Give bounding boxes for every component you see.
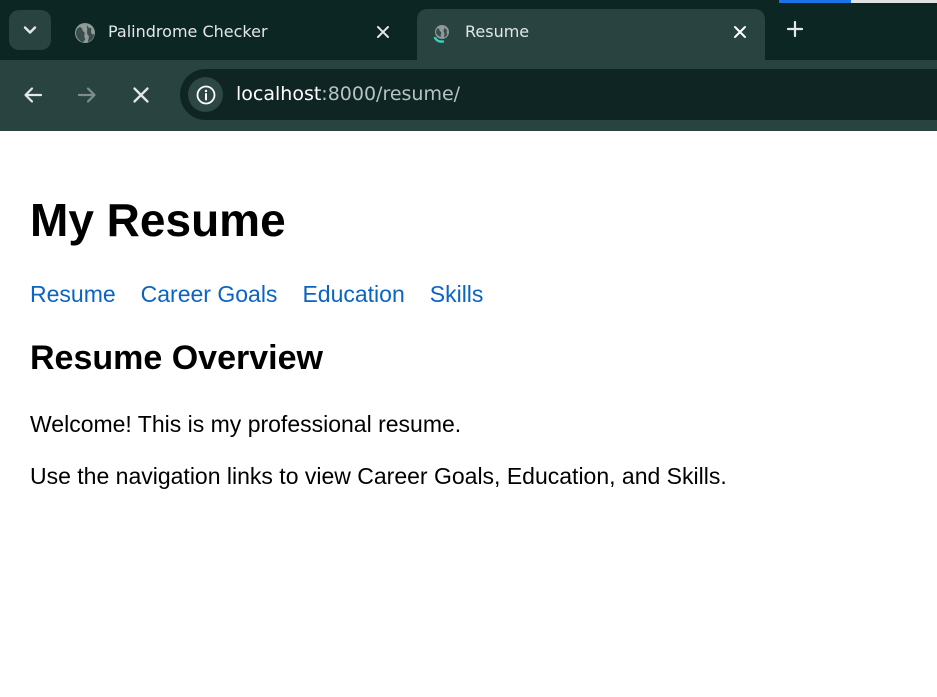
intro-paragraph: Welcome! This is my professional resume.: [30, 411, 462, 437]
tab-palindrome-checker[interactable]: Palindrome Checker: [60, 9, 408, 60]
url-path: :8000/resume/: [321, 83, 461, 105]
plus-icon: [786, 20, 804, 38]
browser-toolbar: localhost:8000/resume/: [0, 60, 937, 131]
close-icon: [734, 26, 746, 38]
address-bar[interactable]: localhost:8000/resume/: [180, 69, 937, 120]
chevron-down-icon: [23, 26, 37, 34]
tab-search-button[interactable]: [9, 10, 51, 50]
globe-icon: [75, 23, 95, 43]
resume-nav: Resume Career Goals Education Skills: [30, 280, 508, 308]
tab-strip: Palindrome Checker Resume: [0, 0, 937, 60]
loading-indicator: [779, 0, 851, 3]
back-button[interactable]: [16, 78, 50, 112]
loading-indicator-track: [851, 0, 937, 3]
new-tab-button[interactable]: [780, 14, 810, 44]
url-text[interactable]: localhost:8000/resume/: [236, 83, 460, 105]
nav-link-skills[interactable]: Skills: [430, 281, 484, 307]
forward-button[interactable]: [70, 78, 104, 112]
instructions-paragraph: Use the navigation links to view Career …: [30, 463, 727, 489]
tab-title: Resume: [465, 22, 530, 41]
site-info-button[interactable]: [188, 77, 223, 112]
tab-close-button[interactable]: [729, 21, 751, 43]
info-icon: [196, 85, 215, 104]
loading-globe-icon: [433, 25, 449, 43]
close-icon: [377, 26, 389, 38]
stop-loading-button[interactable]: [124, 78, 158, 112]
close-icon: [133, 87, 149, 103]
section-heading: Resume Overview: [30, 339, 323, 377]
arrow-right-icon: [77, 87, 96, 103]
tab-title: Palindrome Checker: [108, 22, 268, 41]
page-title: My Resume: [30, 194, 286, 246]
nav-link-career-goals[interactable]: Career Goals: [141, 281, 278, 307]
nav-link-education[interactable]: Education: [302, 281, 404, 307]
nav-link-resume[interactable]: Resume: [30, 281, 116, 307]
arrow-left-icon: [24, 87, 43, 103]
url-host: localhost: [236, 83, 322, 105]
tab-close-button[interactable]: [372, 21, 394, 43]
tab-resume[interactable]: Resume: [417, 9, 765, 60]
